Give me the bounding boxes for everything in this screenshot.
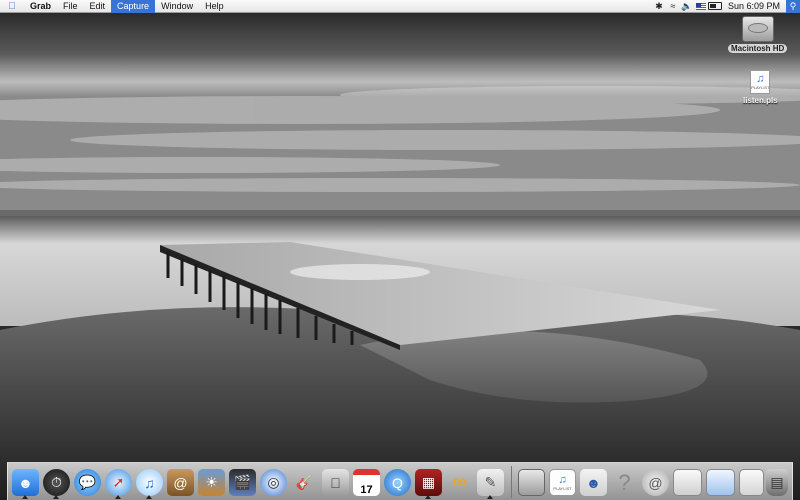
volume-icon[interactable]: 🔈	[680, 0, 694, 13]
calendar-day: 17	[360, 484, 373, 496]
dock-grab-icon[interactable]: ▦	[415, 469, 442, 496]
dock-separator	[511, 466, 512, 498]
running-indicator	[53, 495, 59, 499]
dock: ☻ ⏱ 💬 ➚ ♫ @ ☀ 🎬 ◎ 🎸  17 Q ▦ ∞ ✎ ♫PLAYLI…	[7, 462, 793, 500]
menu-window[interactable]: Window	[155, 0, 199, 13]
dock-ical-icon[interactable]: 17	[353, 469, 380, 496]
running-indicator	[487, 495, 493, 499]
menu-clock[interactable]: Sun 6:09 PM	[722, 1, 786, 11]
dock-window-thumbnail-icon[interactable]	[739, 469, 764, 496]
dock-mail-drop-icon[interactable]: @	[642, 469, 669, 496]
menu-bar:  Grab File Edit Capture Window Help ✱ ≈…	[0, 0, 800, 13]
dock-dashboard-icon[interactable]: ⏱	[43, 469, 70, 496]
dock-iphoto-icon[interactable]: ☀	[198, 469, 225, 496]
menu-help[interactable]: Help	[199, 0, 230, 13]
dock-window-thumbnail-icon[interactable]	[706, 469, 735, 496]
menu-capture[interactable]: Capture	[111, 0, 156, 13]
desktop-icon-label: listen.pls	[743, 96, 778, 105]
input-flag-icon[interactable]	[694, 0, 708, 13]
running-indicator	[425, 495, 431, 499]
dock-playlist-icon[interactable]: ♫ PLAYLIST	[549, 469, 576, 496]
dock-help-icon[interactable]: ?	[611, 469, 638, 496]
dock-idvd-icon[interactable]: ◎	[260, 469, 287, 496]
app-menu[interactable]: Grab	[24, 0, 57, 13]
apple-menu-icon[interactable]: 	[0, 1, 24, 12]
dock-address-book-icon[interactable]: @	[167, 469, 194, 496]
hard-drive-icon	[741, 16, 774, 42]
dock-macintosh-hd-icon[interactable]	[518, 469, 545, 496]
dock-garageband-icon[interactable]: 🎸	[291, 469, 318, 496]
battery-icon[interactable]	[707, 0, 722, 13]
dock-ichat-icon[interactable]: 💬	[74, 469, 101, 496]
dock-safari-icon[interactable]: ➚	[105, 469, 132, 496]
dock-preview-icon[interactable]: ✎	[477, 469, 504, 496]
menu-edit[interactable]: Edit	[84, 0, 112, 13]
running-indicator	[146, 495, 152, 499]
dock-finder-icon[interactable]: ☻	[12, 469, 39, 496]
dock-window-thumbnail-icon[interactable]	[673, 469, 702, 496]
spotlight-search-icon[interactable]: ⚲	[786, 0, 800, 13]
playlist-file-icon: ♫ PLAYLIST	[750, 70, 771, 94]
running-indicator	[115, 495, 121, 499]
dock-mail-icon[interactable]: ∞	[446, 469, 473, 496]
dock-quicktime-icon[interactable]: Q	[384, 469, 411, 496]
desktop-wallpaper	[0, 0, 800, 500]
bluetooth-icon[interactable]: ✱	[652, 0, 666, 13]
dock-imovie-icon[interactable]: 🎬	[229, 469, 256, 496]
desktop-icon-label: Macintosh HD	[728, 44, 788, 53]
dock-itunes-icon[interactable]: ♫	[136, 469, 163, 496]
menu-file[interactable]: File	[57, 0, 84, 13]
dock-photo-icon[interactable]: ☻	[580, 469, 607, 496]
desktop-icon-listen-pls[interactable]: ♫ PLAYLIST listen.pls	[740, 70, 781, 105]
dock-trash-icon[interactable]: ▤	[766, 469, 788, 496]
wifi-icon[interactable]: ≈	[666, 0, 680, 13]
dock-system-preferences-icon[interactable]: 	[322, 469, 349, 496]
desktop-icon-macintosh-hd[interactable]: Macintosh HD	[728, 16, 788, 53]
running-indicator	[22, 495, 28, 499]
